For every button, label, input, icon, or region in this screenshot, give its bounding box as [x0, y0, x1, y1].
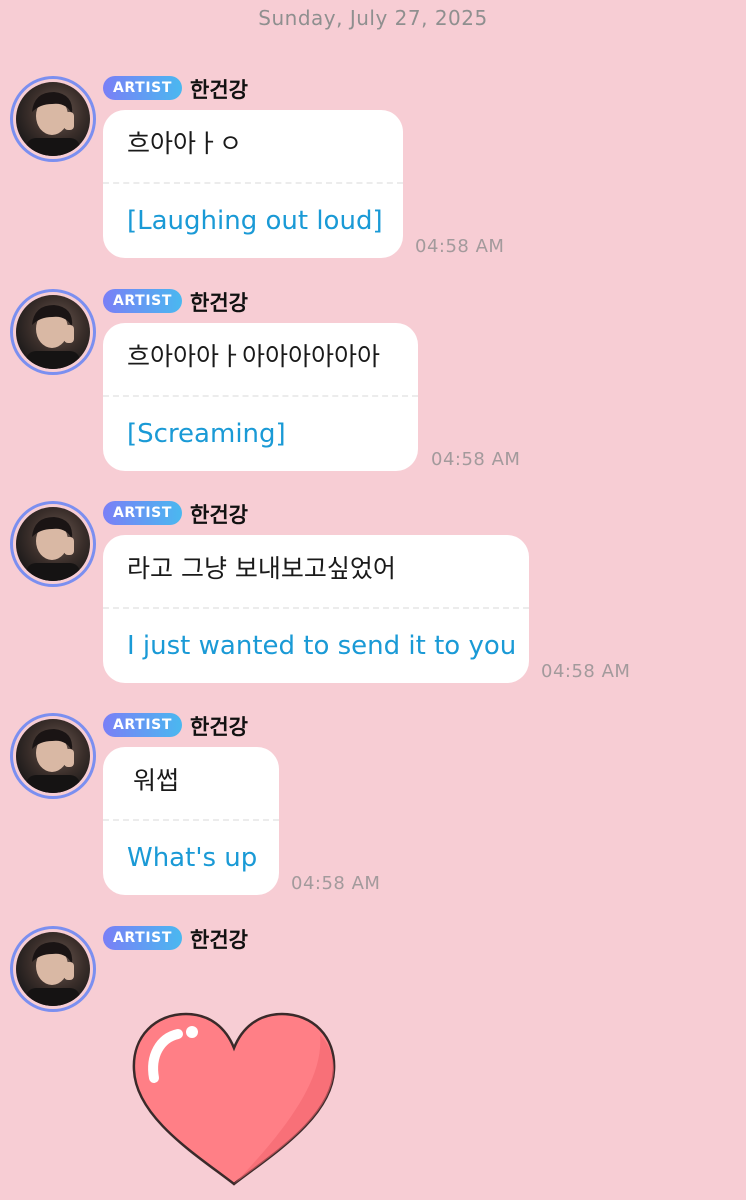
message-bubble[interactable]: 워썹 What's up [103, 747, 279, 895]
translation-text: I just wanted to send it to you [127, 631, 517, 661]
timestamp: 04:58 AM [415, 236, 505, 257]
heart-icon [132, 1012, 336, 1186]
artist-badge: ARTIST [103, 76, 182, 100]
translation-text: [Laughing out loud] [127, 206, 383, 236]
avatar[interactable] [10, 713, 96, 799]
avatar[interactable] [10, 501, 96, 587]
timestamp: 04:58 AM [541, 661, 631, 682]
profile-photo [16, 932, 90, 1006]
artist-badge: ARTIST [103, 501, 182, 525]
profile-photo [16, 507, 90, 581]
sender-name: 한건강 [190, 78, 248, 102]
timestamp: 04:58 AM [291, 873, 381, 894]
original-text: 흐아아아ㅏ아아아아아아 [127, 342, 381, 371]
translation-text: [Screaming] [127, 419, 286, 449]
date-divider: Sunday, July 27, 2025 [258, 6, 488, 30]
translation-text: What's up [127, 843, 258, 873]
message-item: ARTIST 한건강 흐아아아ㅏ아아아아아아 [Screaming] 04:58… [0, 289, 746, 479]
avatar[interactable] [10, 926, 96, 1012]
message-bubble[interactable]: 라고 그냥 보내보고싶었어 I just wanted to send it t… [103, 535, 529, 683]
sender-name: 한건강 [190, 928, 248, 952]
timestamp: 04:58 AM [431, 449, 521, 470]
profile-photo [16, 719, 90, 793]
artist-badge: ARTIST [103, 289, 182, 313]
profile-photo [16, 295, 90, 369]
message-item: ARTIST 한건강 라고 그냥 보내보고싶었어 I just wanted t… [0, 501, 746, 691]
original-text: 흐아아ㅏㅇ [127, 129, 243, 158]
heart-sticker[interactable] [128, 1008, 340, 1194]
artist-badge: ARTIST [103, 713, 182, 737]
message-item: ARTIST 한건강 [0, 926, 746, 1196]
sender-name: 한건강 [190, 291, 248, 315]
original-text: 라고 그냥 보내보고싶었어 [127, 554, 396, 583]
message-bubble[interactable]: 흐아아아ㅏ아아아아아아 [Screaming] [103, 323, 418, 471]
message-item: ARTIST 한건강 흐아아ㅏㅇ [Laughing out loud] 04:… [0, 76, 746, 266]
profile-photo [16, 82, 90, 156]
original-text: 워썹 [133, 766, 180, 795]
message-item: ARTIST 한건강 워썹 What's up 04:58 AM [0, 713, 746, 903]
sender-name: 한건강 [190, 715, 248, 739]
avatar[interactable] [10, 289, 96, 375]
artist-badge: ARTIST [103, 926, 182, 950]
message-bubble[interactable]: 흐아아ㅏㅇ [Laughing out loud] [103, 110, 403, 258]
avatar[interactable] [10, 76, 96, 162]
sender-name: 한건강 [190, 503, 248, 527]
